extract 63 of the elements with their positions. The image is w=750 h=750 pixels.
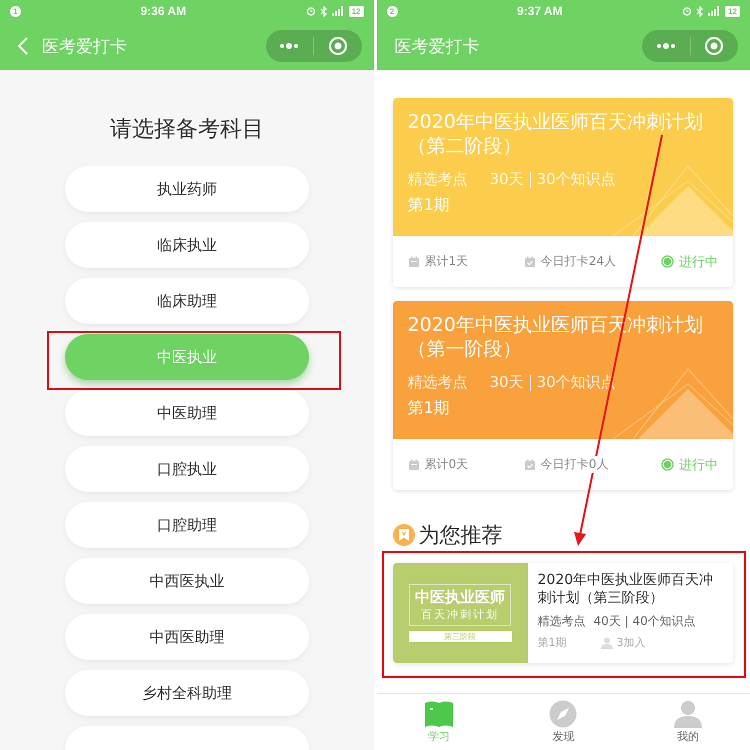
course-title: 2020年中医执业医师百天冲刺计划（第三阶段） — [538, 571, 714, 607]
nav-tab[interactable]: 我的 — [626, 694, 750, 750]
battery-level: 12 — [725, 6, 740, 16]
back-icon[interactable] — [18, 37, 28, 55]
plan-tag: 精选考点 — [408, 170, 468, 189]
recommend-card[interactable]: 中医执业医师 百天冲刺计划 第三阶段 2020年中医执业医师百天冲刺计划（第三阶段） 精选考点 40天 | 40个知识点 第1期 3加入 — [392, 563, 733, 663]
plan-period: 第1期 — [408, 195, 451, 216]
app-title: 医考爱打卡 — [42, 36, 128, 58]
subject-button[interactable]: 乡村全科助理 — [64, 670, 309, 716]
plan-status: 进行中 — [679, 456, 718, 474]
subject-button[interactable]: 临床助理 — [64, 278, 309, 324]
plan-status: 进行中 — [679, 254, 718, 270]
plan-points: 30个知识点 — [536, 170, 616, 189]
subject-button[interactable]: 中西医助理 — [64, 614, 309, 660]
status-time: 9:36 AM — [140, 4, 188, 18]
subject-button[interactable]: 临床执业 — [64, 222, 309, 268]
subject-button[interactable]: 中西医执业 — [64, 558, 309, 604]
course-stats: 40天 | 40个知识点 — [594, 613, 696, 630]
signal-icon — [708, 6, 722, 16]
notification-badge: 1 — [10, 6, 21, 16]
battery-level: 12 — [348, 6, 364, 16]
compass-icon — [548, 700, 578, 728]
subject-button[interactable]: 口腔助理 — [64, 502, 309, 548]
checkin-count: 今日打卡0人 — [540, 456, 608, 473]
alarm-icon — [682, 6, 692, 16]
checkin-count: 今日打卡24人 — [540, 253, 616, 270]
page-heading: 请选择备考科目 — [108, 116, 265, 144]
calendar-icon — [408, 256, 420, 268]
plan-period: 第1期 — [408, 398, 451, 419]
checkin-icon — [524, 256, 536, 268]
calendar-icon — [408, 458, 420, 470]
cover-stage: 第三阶段 — [408, 631, 512, 642]
plan-tag: 精选考点 — [408, 373, 468, 392]
bluetooth-icon — [696, 6, 704, 16]
more-icon — [656, 43, 676, 49]
person-icon — [600, 636, 612, 648]
subject-button[interactable]: 口腔执业 — [64, 446, 309, 492]
book-icon — [424, 700, 454, 728]
subject-button[interactable]: 中医助理 — [64, 390, 309, 436]
more-icon — [279, 43, 300, 49]
app-title: 医考爱打卡 — [394, 36, 480, 58]
plan-days: 30天 — [490, 373, 524, 392]
status-dot-icon — [661, 458, 674, 471]
course-tag: 精选考点 — [538, 613, 586, 630]
section-heading: 为您推荐 — [418, 522, 502, 549]
alarm-icon — [306, 6, 316, 16]
joined-count: 3加入 — [616, 635, 646, 650]
plan-title: 2020年中医执业医师百天冲刺计划（第二阶段） — [408, 110, 704, 158]
notification-badge: 2 — [386, 6, 398, 16]
signal-icon — [332, 6, 345, 16]
status-time: 9:37 AM — [516, 4, 564, 18]
course-period: 第1期 — [538, 635, 566, 650]
cover-subtitle: 百天冲刺计划 — [421, 607, 499, 622]
person-icon — [672, 700, 703, 728]
status-dot-icon — [661, 255, 674, 268]
nav-tab[interactable]: 发现 — [501, 694, 626, 750]
plan-card[interactable]: 2020年中医执业医师百天冲刺计划（第二阶段） 精选考点 30天 30个知识点 第1期 累计1天 今日打卡24人 进行中 — [392, 98, 733, 287]
checkin-icon — [524, 458, 536, 470]
cover-title: 中医执业医师 — [415, 588, 505, 607]
plan-days: 30天 — [490, 170, 524, 189]
bookmark-icon — [392, 524, 414, 546]
bluetooth-icon — [320, 6, 328, 16]
subject-button[interactable]: 执业药师 — [64, 166, 309, 212]
